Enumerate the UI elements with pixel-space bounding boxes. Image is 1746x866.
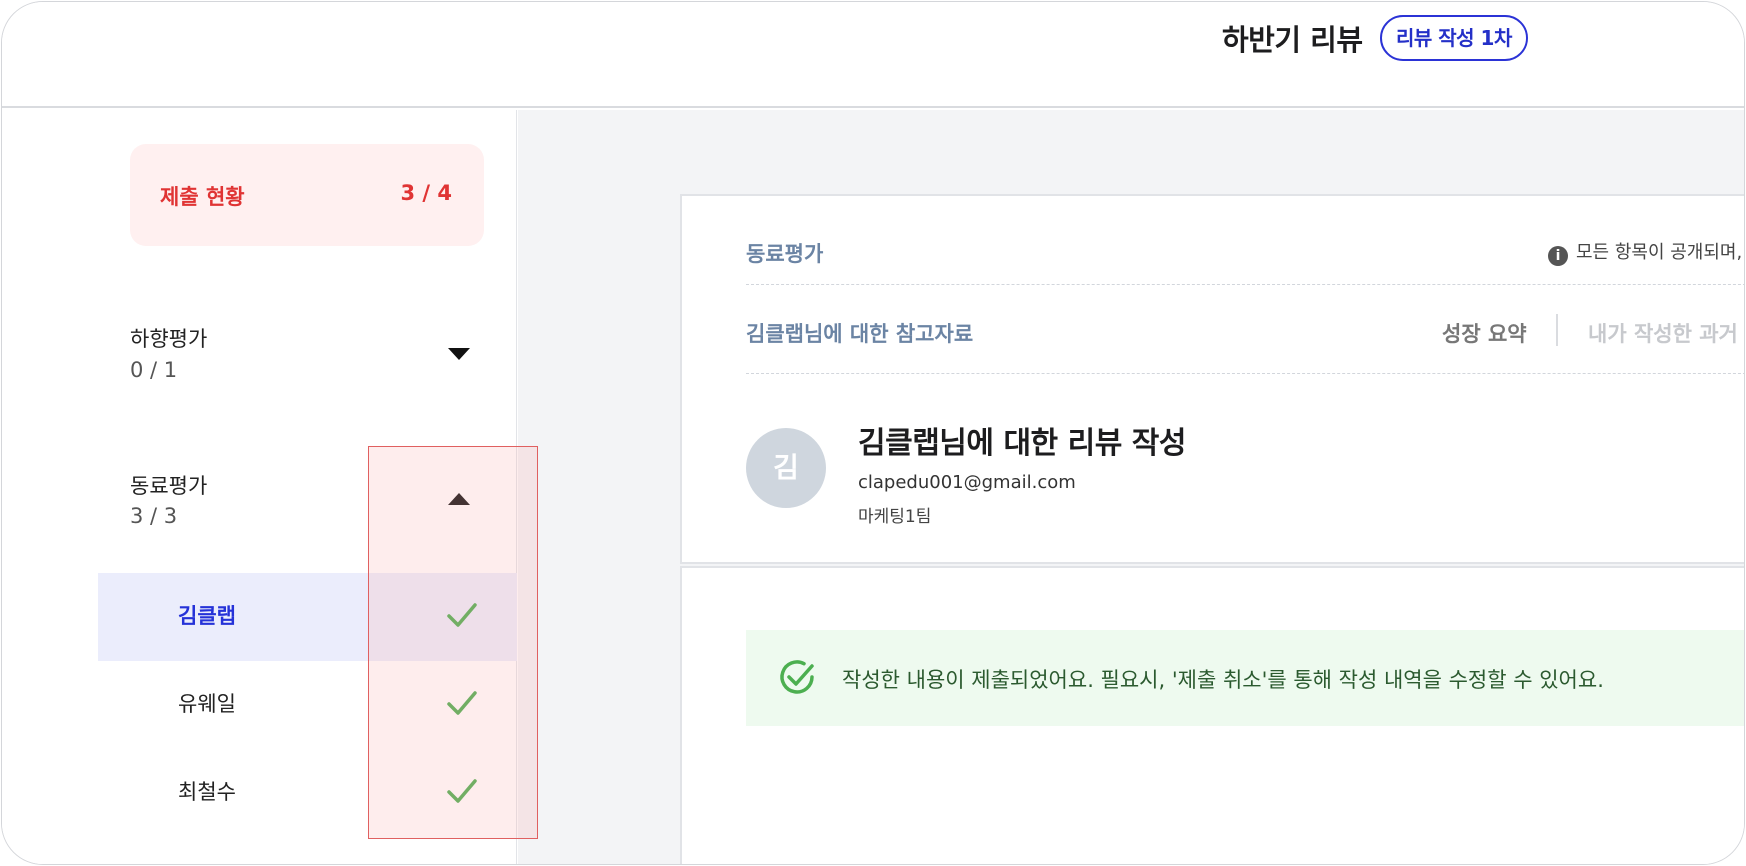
section-label-downward: 하향평가 xyxy=(130,327,208,351)
review-target-team: 마케팅1팀 xyxy=(858,507,932,527)
top-header: 하반기 리뷰 리뷰 작성 1차 xyxy=(2,2,1744,108)
info-icon: i xyxy=(1548,246,1568,266)
review-header-card: 동료평가 i 모든 항목이 공개되며, 김클랩님에 대한 참고자료 성장 요약 내… xyxy=(680,194,1744,564)
submission-status-card: 제출 현황 3 / 4 xyxy=(130,144,484,246)
visibility-notice-text: 모든 항목이 공개되며, xyxy=(1576,242,1743,263)
submission-success-banner: 작성한 내용이 제출되었어요. 필요시, '제출 취소'를 통해 작성 내역을 … xyxy=(746,630,1744,726)
review-target-title: 김클랩님에 대한 리뷰 작성 xyxy=(858,426,1186,461)
section-title: 동료평가 xyxy=(746,242,824,266)
submission-success-text: 작성한 내용이 제출되었어요. 필요시, '제출 취소'를 통해 작성 내역을 … xyxy=(842,668,1604,692)
review-target-email: clapedu001@gmail.com xyxy=(858,472,1076,493)
peer-name: 최철수 xyxy=(178,780,236,804)
divider xyxy=(746,373,1744,374)
visibility-notice: i 모든 항목이 공개되며, xyxy=(1548,238,1742,266)
section-count-downward: 0 / 1 xyxy=(130,358,178,382)
peer-name: 김클랩 xyxy=(178,604,236,628)
highlight-overlay xyxy=(368,446,538,839)
page-title: 하반기 리뷰 xyxy=(1222,23,1363,57)
submission-status-count: 3 / 4 xyxy=(400,181,452,205)
tab-separator xyxy=(1556,314,1558,346)
reference-title: 김클랩님에 대한 참고자료 xyxy=(746,322,974,346)
main-content: 동료평가 i 모든 항목이 공개되며, 김클랩님에 대한 참고자료 성장 요약 내… xyxy=(518,110,1744,864)
submission-status-label: 제출 현황 xyxy=(160,185,245,209)
avatar: 김 xyxy=(746,428,826,508)
divider xyxy=(746,284,1744,285)
section-count-peer: 3 / 3 xyxy=(130,504,178,528)
app-window: 하반기 리뷰 리뷰 작성 1차 제출 현황 3 / 4 하향평가 0 / 1 동… xyxy=(1,1,1745,865)
review-body-card: 작성한 내용이 제출되었어요. 필요시, '제출 취소'를 통해 작성 내역을 … xyxy=(680,566,1744,864)
tab-past-reviews[interactable]: 내가 작성한 과거 xyxy=(1588,318,1738,348)
review-round-badge: 리뷰 작성 1차 xyxy=(1380,15,1528,61)
tab-growth-summary[interactable]: 성장 요약 xyxy=(1442,318,1527,348)
peer-name: 유웨일 xyxy=(178,692,236,716)
check-circle-icon xyxy=(780,660,814,694)
section-label-peer: 동료평가 xyxy=(130,474,208,498)
caret-down-icon[interactable] xyxy=(448,348,470,360)
